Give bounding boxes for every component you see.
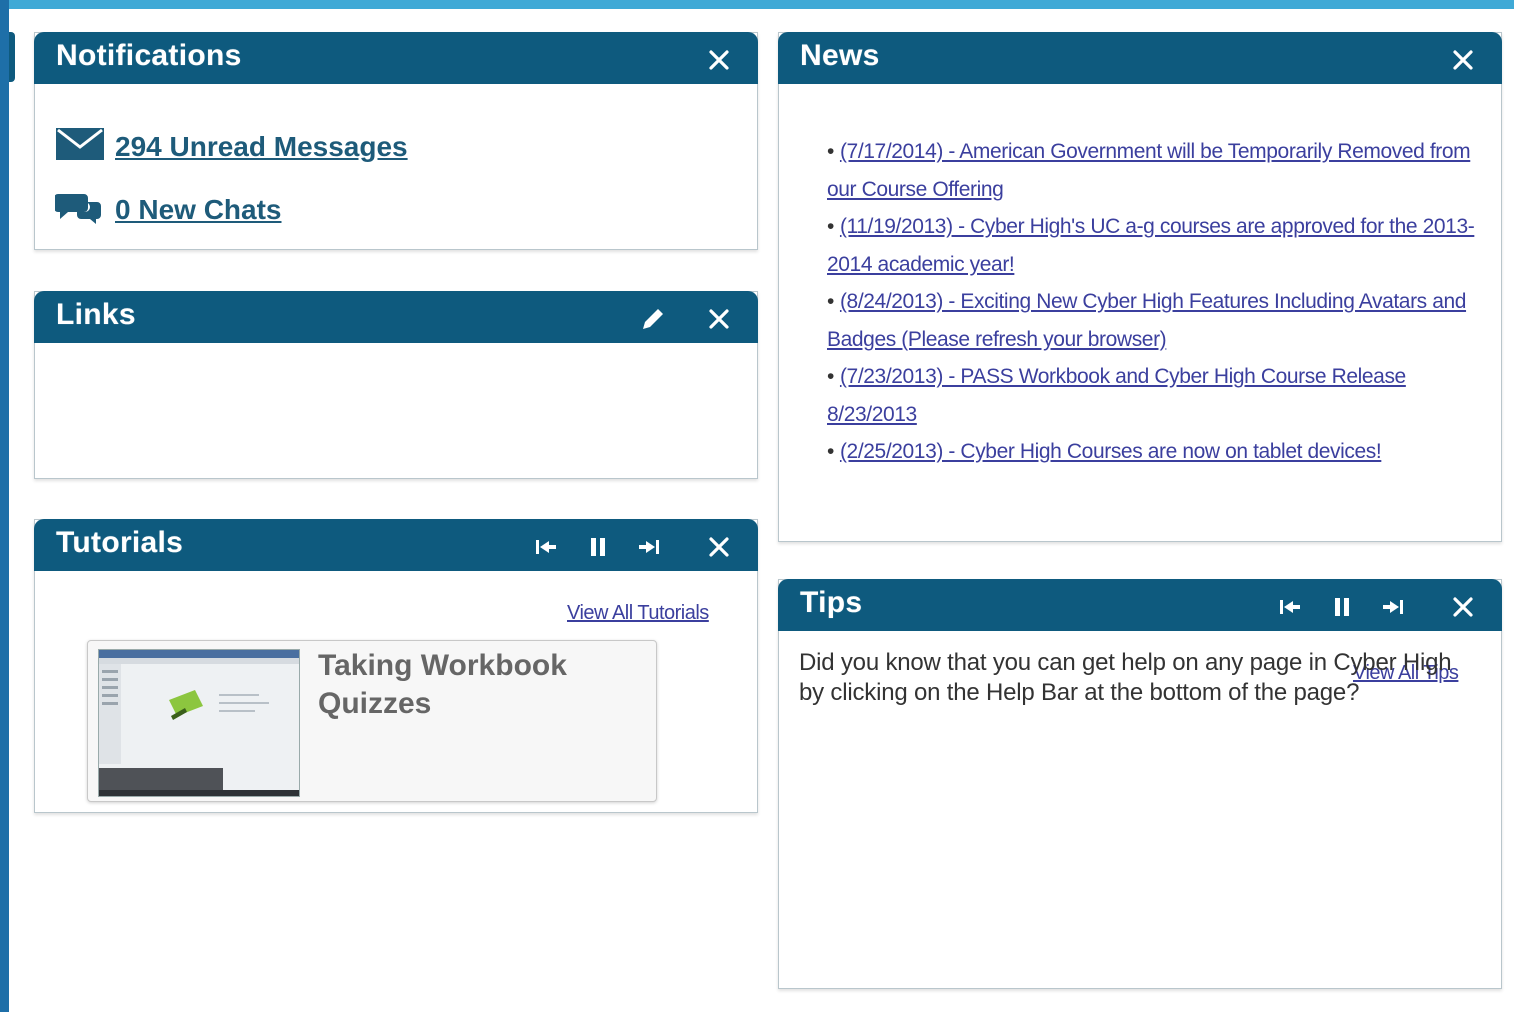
tips-title: Tips [800, 586, 863, 619]
unread-messages-row: 294 Unread Messages [55, 127, 408, 166]
list-item: • (7/17/2014) - American Government will … [827, 140, 1471, 201]
pause-icon[interactable] [583, 532, 613, 562]
collapsed-panel-tab[interactable] [9, 32, 15, 82]
news-list: • (7/17/2014) - American Government will … [827, 133, 1477, 471]
list-item: • (8/24/2013) - Exciting New Cyber High F… [827, 290, 1467, 351]
notifications-panel: Notifications 294 Unread Messages 0 New … [34, 32, 758, 250]
skip-forward-icon[interactable] [634, 532, 664, 562]
new-chats-row: 0 New Chats [54, 190, 282, 229]
skip-back-icon[interactable] [531, 532, 561, 562]
view-all-tutorials-link[interactable]: View All Tutorials [567, 602, 709, 625]
list-item: • (11/19/2013) - Cyber High's UC a-g cour… [827, 215, 1475, 276]
news-item-link[interactable]: (7/17/2014) - American Government will b… [827, 140, 1471, 201]
close-icon[interactable] [1448, 592, 1478, 622]
list-item: • (7/23/2013) - PASS Workbook and Cyber H… [827, 365, 1406, 426]
links-panel: Links [34, 291, 758, 479]
news-header: News [778, 32, 1502, 84]
news-item-link[interactable]: (2/25/2013) - Cyber High Courses are now… [840, 440, 1382, 463]
tips-panel: Tips View All Tips Did you know that you… [778, 579, 1502, 989]
skip-forward-icon[interactable] [1378, 592, 1408, 622]
tutorial-thumbnail [98, 649, 300, 797]
left-accent-bar [0, 0, 9, 1012]
links-header: Links [34, 291, 758, 343]
envelope-icon [55, 127, 105, 166]
close-icon[interactable] [1448, 45, 1478, 75]
news-title: News [800, 39, 880, 72]
tutorials-title: Tutorials [56, 526, 184, 559]
skip-back-icon[interactable] [1275, 592, 1305, 622]
tutorials-header: Tutorials [34, 519, 758, 571]
close-icon[interactable] [704, 532, 734, 562]
tip-text: Did you know that you can get help on an… [799, 649, 1452, 706]
tips-header: Tips [778, 579, 1502, 631]
top-accent-bar [0, 0, 1514, 9]
close-icon[interactable] [704, 45, 734, 75]
pause-icon[interactable] [1327, 592, 1357, 622]
news-item-link[interactable]: (11/19/2013) - Cyber High's UC a-g cours… [827, 215, 1475, 276]
tutorial-card-title: Taking Workbook Quizzes [318, 649, 567, 720]
pencil-icon[interactable] [637, 304, 667, 334]
unread-messages-link[interactable]: 294 Unread Messages [115, 131, 408, 163]
news-item-link[interactable]: (8/24/2013) - Exciting New Cyber High Fe… [827, 290, 1466, 351]
list-item: • (2/25/2013) - Cyber High Courses are no… [827, 440, 1382, 463]
notifications-header: Notifications [34, 32, 758, 84]
tutorials-panel: Tutorials View All Tutorials Taking Work… [34, 519, 758, 813]
notifications-title: Notifications [56, 39, 242, 72]
tutorial-card[interactable]: Taking Workbook Quizzes [87, 640, 657, 802]
chat-bubbles-icon [54, 190, 105, 229]
close-icon[interactable] [704, 304, 734, 334]
news-panel: News • (7/17/2014) - American Government … [778, 32, 1502, 542]
news-item-link[interactable]: (7/23/2013) - PASS Workbook and Cyber Hi… [827, 365, 1406, 426]
links-title: Links [56, 298, 136, 331]
new-chats-link[interactable]: 0 New Chats [115, 194, 282, 226]
